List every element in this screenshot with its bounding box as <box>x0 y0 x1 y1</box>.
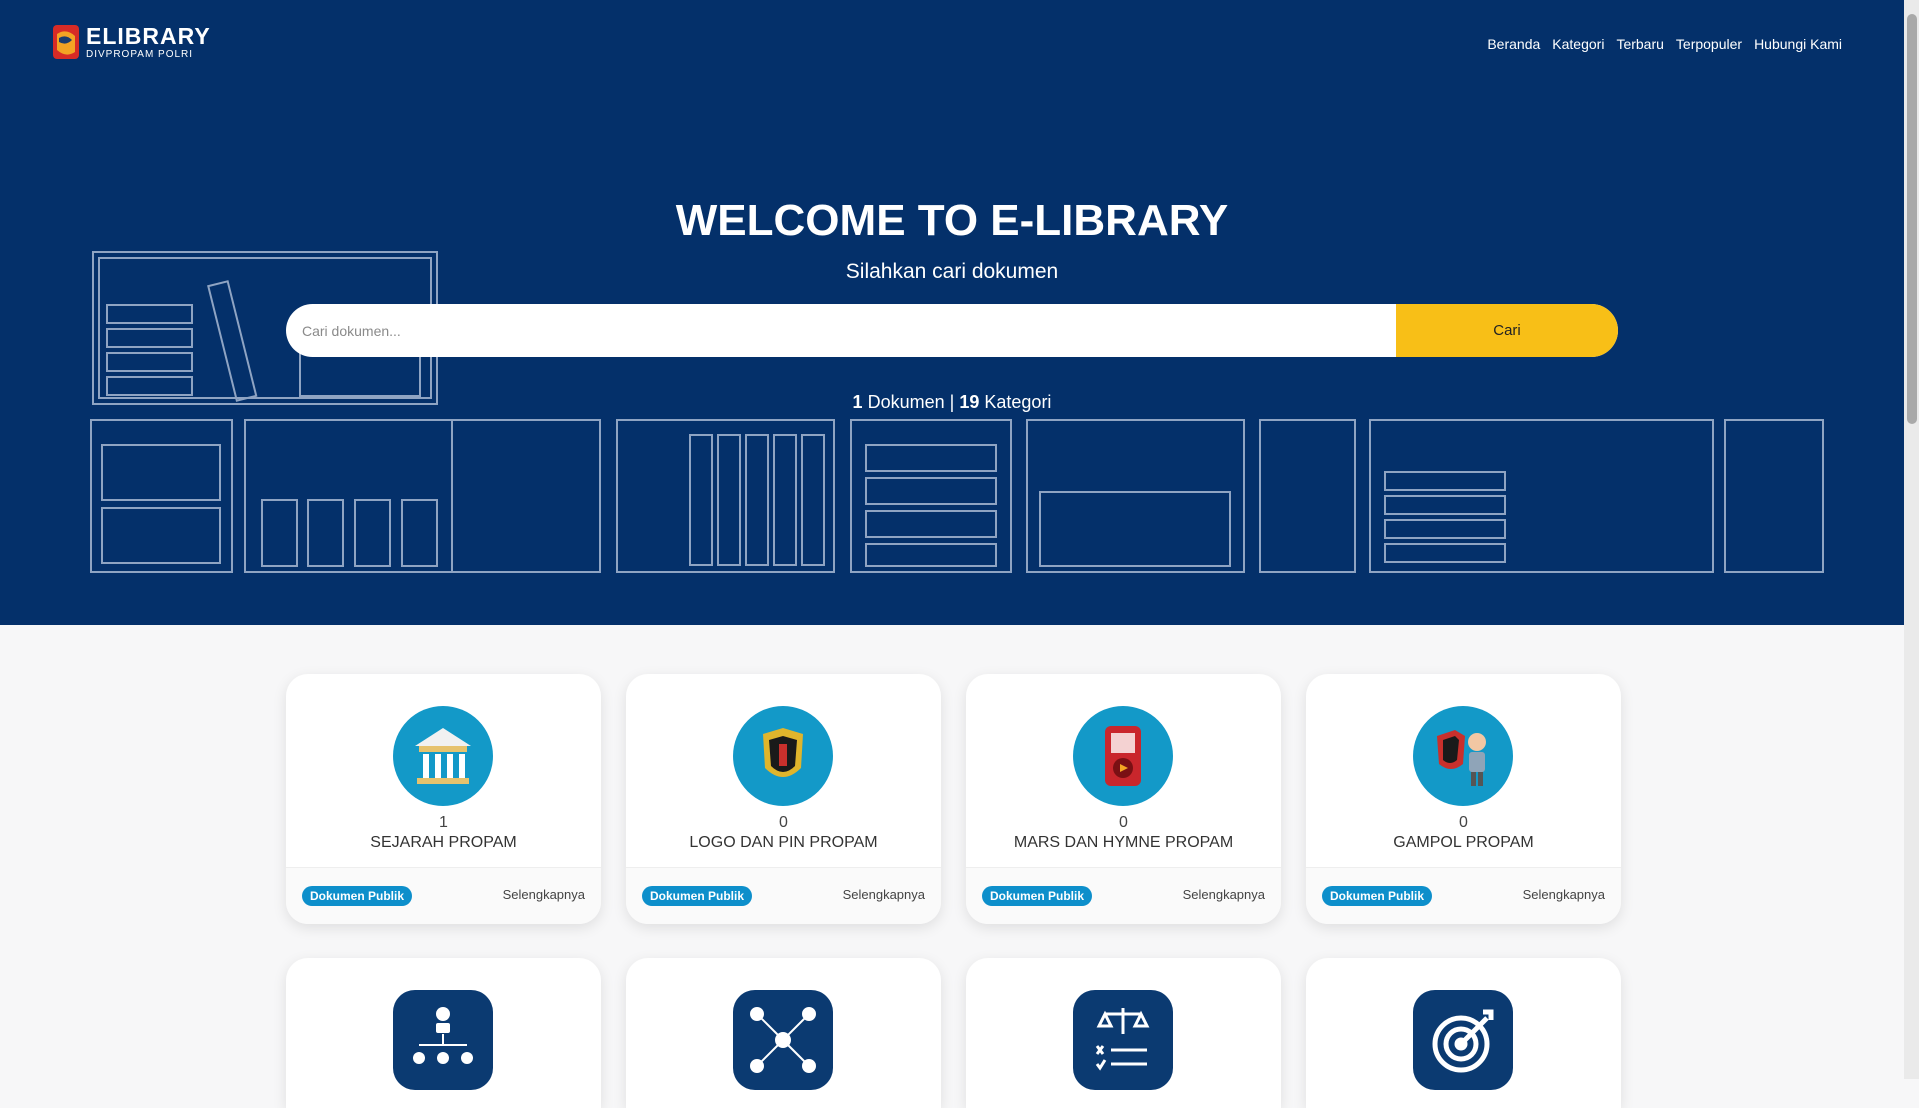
category-card[interactable]: 0 MARS DAN HYMNE PROPAM Dokumen Publik S… <box>966 674 1281 924</box>
category-name: MARS DAN HYMNE PROPAM <box>1013 834 1234 851</box>
nav-terpopuler[interactable]: Terpopuler <box>1676 36 1742 52</box>
category-card[interactable] <box>966 958 1281 1108</box>
document-count: 0 <box>1459 814 1468 831</box>
card-footer: Dokumen Publik Selengkapnya <box>1306 867 1621 924</box>
scrollbar[interactable] <box>1904 0 1919 1079</box>
scrollbar-thumb[interactable] <box>1907 14 1917 424</box>
category-card[interactable]: 0 GAMPOL PROPAM Dokumen Publik Selengkap… <box>1306 674 1621 924</box>
library-stats: 1 Dokumen | 19 Kategori <box>0 392 1904 413</box>
public-badge: Dokumen Publik <box>982 886 1093 906</box>
museum-icon <box>393 706 493 806</box>
logo-title: ELIBRARY <box>86 22 211 49</box>
card-footer: Dokumen Publik Selengkapnya <box>286 867 601 924</box>
category-label: Kategori <box>984 392 1052 412</box>
category-card[interactable] <box>286 958 601 1108</box>
search-bar: Cari <box>286 304 1618 357</box>
document-count: 0 <box>1119 814 1128 831</box>
document-count: 0 <box>779 814 788 831</box>
propam-logo-icon <box>53 25 79 59</box>
nav-kategori[interactable]: Kategori <box>1552 36 1604 52</box>
nav-hubungi-kami[interactable]: Hubungi Kami <box>1754 36 1842 52</box>
logo-subtitle: DIVPROPAM POLRI <box>86 48 194 60</box>
mascot-icon <box>1413 706 1513 806</box>
nav-terbaru[interactable]: Terbaru <box>1616 36 1663 52</box>
category-count: 19 <box>959 392 980 412</box>
card-footer: Dokumen Publik Selengkapnya <box>626 867 941 924</box>
stats-separator: | <box>949 392 955 412</box>
target-icon <box>1413 990 1513 1090</box>
search-input[interactable] <box>286 304 1396 357</box>
justice-checklist-icon <box>1073 990 1173 1090</box>
public-badge: Dokumen Publik <box>642 886 753 906</box>
hero-subtitle: Silahkan cari dokumen <box>845 260 1059 283</box>
document-label: Dokumen <box>867 392 945 412</box>
document-count: 1 <box>852 392 863 412</box>
shield-badge-icon <box>733 706 833 806</box>
bookshelf-illustration <box>90 251 1824 573</box>
document-count: 1 <box>439 814 448 831</box>
public-badge: Dokumen Publik <box>302 886 413 906</box>
category-card[interactable]: 0 LOGO DAN PIN PROPAM Dokumen Publik Sel… <box>626 674 941 924</box>
category-name: SEJARAH PROPAM <box>370 834 517 851</box>
card-footer: Dokumen Publik Selengkapnya <box>966 867 1281 924</box>
search-button[interactable]: Cari <box>1396 304 1618 357</box>
hero-title: WELCOME TO E-LIBRARY <box>675 196 1229 245</box>
public-badge: Dokumen Publik <box>1322 886 1433 906</box>
hero-section: ELIBRARY DIVPROPAM POLRI Beranda Kategor… <box>0 0 1904 625</box>
more-link[interactable]: Selengkapnya <box>503 887 585 902</box>
site-logo[interactable]: ELIBRARY DIVPROPAM POLRI <box>52 24 211 60</box>
org-chart-icon <box>393 990 493 1090</box>
more-link[interactable]: Selengkapnya <box>1183 887 1265 902</box>
category-card[interactable]: 1 SEJARAH PROPAM Dokumen Publik Selengka… <box>286 674 601 924</box>
main-nav: Beranda Kategori Terbaru Terpopuler Hubu… <box>1487 36 1842 52</box>
more-link[interactable]: Selengkapnya <box>843 887 925 902</box>
more-link[interactable]: Selengkapnya <box>1523 887 1605 902</box>
network-icon <box>733 990 833 1090</box>
category-card[interactable] <box>1306 958 1621 1108</box>
category-card[interactable] <box>626 958 941 1108</box>
category-name: LOGO DAN PIN PROPAM <box>689 834 878 851</box>
category-name: GAMPOL PROPAM <box>1393 834 1534 851</box>
music-player-icon <box>1073 706 1173 806</box>
nav-beranda[interactable]: Beranda <box>1487 36 1540 52</box>
